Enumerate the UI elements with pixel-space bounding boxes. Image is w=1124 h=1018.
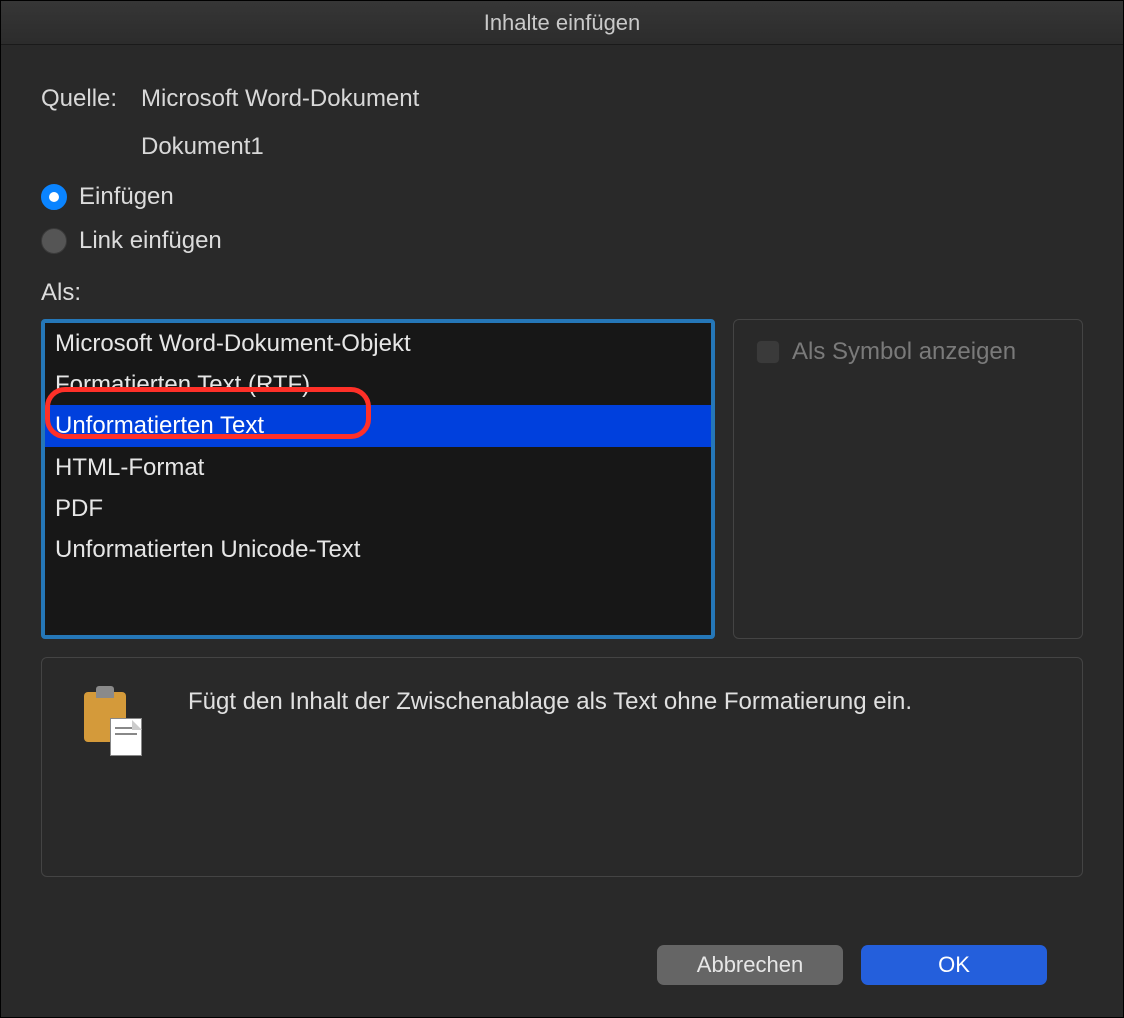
source-label: Quelle: (41, 85, 141, 113)
format-listbox[interactable]: Microsoft Word-Dokument-ObjektFormatiert… (41, 319, 715, 639)
format-option[interactable]: Microsoft Word-Dokument-Objekt (45, 323, 711, 364)
source-document: Dokument1 (141, 133, 264, 161)
radio-link[interactable]: Link einfügen (41, 227, 1083, 255)
format-option[interactable]: Unformatierten Text (45, 405, 711, 446)
button-row: Abbrechen OK (41, 923, 1083, 1017)
result-panel: Fügt den Inhalt der Zwischenablage als T… (41, 657, 1083, 877)
clipboard-icon (82, 686, 142, 756)
source-doc-row: Dokument1 (41, 133, 1083, 161)
radio-paste-label: Einfügen (79, 183, 174, 211)
format-option[interactable]: Formatierten Text (RTF) (45, 364, 711, 405)
show-as-icon-label: Als Symbol anzeigen (792, 338, 1016, 366)
paste-special-dialog: Inhalte einfügen Quelle: Microsoft Word-… (0, 0, 1124, 1018)
format-option[interactable]: Unformatierten Unicode-Text (45, 529, 711, 570)
source-row: Quelle: Microsoft Word-Dokument (41, 85, 1083, 113)
show-as-icon-panel: Als Symbol anzeigen (733, 319, 1083, 639)
radio-link-indicator (41, 228, 67, 254)
middle-row: Microsoft Word-Dokument-ObjektFormatiert… (41, 319, 1083, 639)
ok-button[interactable]: OK (861, 945, 1047, 985)
radio-link-label: Link einfügen (79, 227, 222, 255)
radio-paste-indicator (41, 184, 67, 210)
window-title: Inhalte einfügen (1, 1, 1123, 45)
format-option[interactable]: HTML-Format (45, 447, 711, 488)
result-description: Fügt den Inhalt der Zwischenablage als T… (188, 686, 912, 718)
dialog-content: Quelle: Microsoft Word-Dokument Dokument… (1, 45, 1123, 1017)
format-option[interactable]: PDF (45, 488, 711, 529)
show-as-icon-row: Als Symbol anzeigen (756, 338, 1060, 366)
source-value: Microsoft Word-Dokument (141, 85, 419, 113)
as-label: Als: (41, 279, 1083, 307)
show-as-icon-checkbox (756, 340, 780, 364)
cancel-button[interactable]: Abbrechen (657, 945, 843, 985)
radio-paste[interactable]: Einfügen (41, 183, 1083, 211)
